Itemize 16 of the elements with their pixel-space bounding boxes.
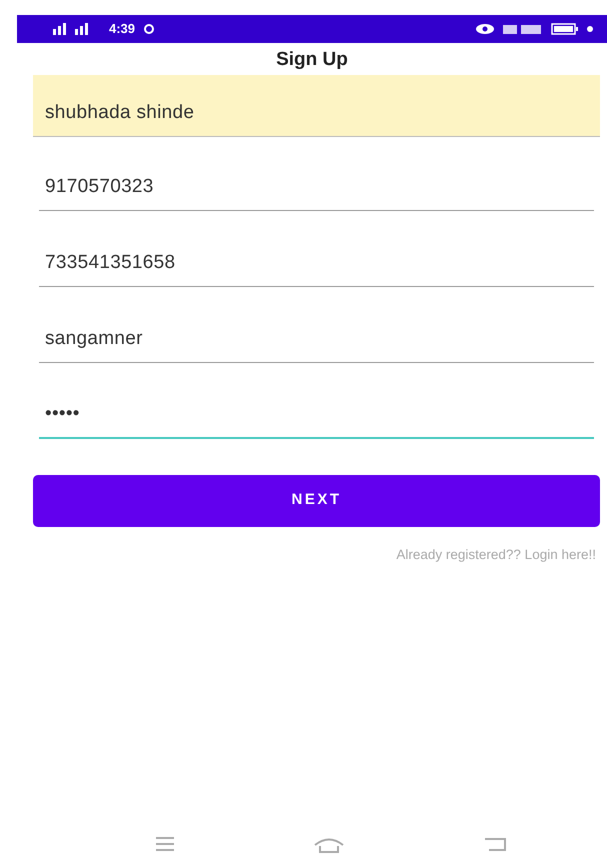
page-title: Sign Up bbox=[275, 48, 349, 72]
eye-icon bbox=[475, 23, 495, 35]
dot-icon bbox=[587, 26, 593, 32]
status-time: 4:39 bbox=[109, 20, 136, 38]
back-icon[interactable] bbox=[483, 836, 507, 852]
battery-icon bbox=[551, 23, 579, 35]
input-field[interactable]: shubhada shinde bbox=[33, 75, 600, 136]
home-icon[interactable] bbox=[313, 836, 345, 854]
menu-icon[interactable] bbox=[155, 836, 175, 852]
notification-icon bbox=[143, 23, 156, 35]
input-field[interactable]: 9170570323 bbox=[39, 167, 594, 210]
input-field[interactable]: 733541351658 bbox=[39, 243, 594, 286]
network-speed-icon bbox=[503, 23, 543, 35]
input-field[interactable]: sangamner bbox=[39, 319, 594, 362]
input-field[interactable]: ••••• bbox=[39, 394, 594, 438]
next-button[interactable]: NEXT bbox=[33, 474, 600, 526]
